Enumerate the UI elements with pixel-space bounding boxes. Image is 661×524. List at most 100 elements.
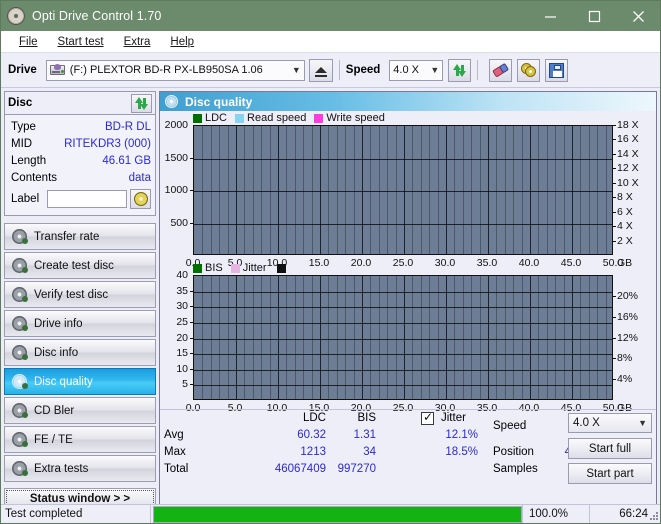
gridline-vertical	[564, 126, 565, 254]
stats-total-ldc: 46067409	[274, 463, 326, 475]
disc-icon	[12, 258, 28, 273]
gridline-vertical	[513, 276, 514, 399]
refresh-button[interactable]	[448, 58, 472, 82]
speed-select[interactable]: 4.0 X ▼	[389, 59, 444, 81]
start-part-button[interactable]: Start part	[568, 463, 652, 484]
maximize-button[interactable]	[572, 1, 616, 31]
disc-icon	[12, 229, 28, 244]
disc-info-panel: Disc Type BD-R DL MID RITEKDR3 (000) Len…	[4, 91, 156, 216]
gridline-vertical	[362, 126, 363, 254]
stats-row-total-label: Total	[164, 463, 189, 475]
gridline-vertical	[522, 126, 523, 254]
gridline-vertical	[219, 276, 220, 399]
close-button[interactable]	[616, 1, 660, 31]
drive-select-value: (F:) PLEXTOR BD-R PX-LB950SA 1.06	[69, 64, 263, 76]
gridline-vertical	[463, 276, 464, 399]
y2-axis-tick-label: 20%	[617, 290, 639, 302]
menu-extra[interactable]: Extra	[114, 32, 161, 52]
stats-avg-ldc: 60.32	[297, 429, 326, 441]
gridline-vertical	[261, 126, 262, 254]
legend-swatch	[230, 263, 240, 273]
y2-axis-tick	[613, 168, 616, 169]
gridline-vertical	[538, 276, 539, 399]
speed-result-label: Speed	[493, 420, 527, 432]
sidebar-item-transfer-rate[interactable]: Transfer rate	[4, 223, 156, 250]
gridline-vertical	[606, 276, 607, 399]
disc-refresh-button[interactable]	[131, 93, 152, 113]
compare-discs-button[interactable]	[517, 58, 541, 82]
test-speed-select[interactable]: 4.0 X ▼	[568, 413, 652, 433]
gridline-vertical	[429, 276, 430, 399]
y2-axis-tick-label: 14 X	[617, 148, 639, 160]
menu-start-test[interactable]: Start test	[48, 32, 114, 52]
gridline-vertical	[354, 126, 355, 254]
bis-jitter-chart-legend: BIS Jitter	[193, 262, 286, 274]
disc-row-contents: Contents data	[11, 169, 151, 186]
erase-button[interactable]	[489, 58, 513, 82]
gridline-vertical	[412, 276, 413, 399]
y2-axis-tick-label: 2 X	[617, 235, 633, 247]
plot-area	[193, 275, 613, 400]
gridline-vertical	[253, 276, 254, 399]
sidebar-item-label: Verify test disc	[34, 288, 109, 301]
sidebar-item-verify-test-disc[interactable]: Verify test disc	[4, 281, 156, 308]
gridline-horizontal	[194, 354, 612, 355]
sidebar-item-cd-bler[interactable]: CD Bler	[4, 397, 156, 424]
jitter-checkbox[interactable]	[421, 410, 434, 425]
toolbar: Drive (F:) PLEXTOR BD-R PX-LB950SA 1.06 …	[1, 53, 660, 88]
y2-axis-tick-label: 6 X	[617, 206, 633, 218]
legend-swatch	[314, 113, 324, 123]
gridline-vertical	[488, 276, 489, 399]
y2-axis-tick	[613, 226, 616, 227]
resize-grip[interactable]	[650, 512, 660, 522]
gridline-vertical	[454, 126, 455, 254]
disc-label-label: Label	[11, 193, 40, 205]
y-axis-tick	[190, 158, 193, 159]
plot-area	[193, 125, 613, 255]
gridline-vertical	[253, 126, 254, 254]
minimize-button[interactable]	[528, 1, 572, 31]
legend-label: Read speed	[247, 112, 307, 124]
gridline-vertical	[370, 126, 371, 254]
progress-percent: 100.0%	[522, 505, 590, 523]
save-button[interactable]	[545, 58, 569, 82]
gridline-vertical	[387, 126, 388, 254]
stats-total-bis: 997270	[337, 463, 376, 475]
stats-avg-bis: 1.31	[353, 429, 376, 441]
gridline-vertical	[270, 276, 271, 399]
gridline-vertical	[345, 126, 346, 254]
disc-type-value: BD-R DL	[104, 120, 151, 133]
disc-icon	[12, 345, 28, 360]
disc-contents-label: Contents	[11, 171, 58, 184]
disc-label-button[interactable]	[130, 189, 151, 209]
disc-row-type: Type BD-R DL	[11, 118, 151, 135]
gridline-vertical	[522, 276, 523, 399]
gridline-vertical	[412, 126, 413, 254]
sidebar-item-label: Drive info	[34, 317, 83, 330]
y-axis-tick-label: 35	[176, 285, 188, 297]
chevron-down-icon: ▼	[638, 417, 647, 428]
gridline-vertical	[496, 126, 497, 254]
sidebar-item-disc-quality[interactable]: Disc quality	[4, 368, 156, 395]
eject-button[interactable]	[308, 58, 333, 82]
legend-swatch	[235, 113, 245, 123]
sidebar-item-fe-te[interactable]: FE / TE	[4, 426, 156, 453]
legend-label: Write speed	[326, 112, 385, 124]
disc-contents-value: data	[128, 171, 151, 184]
sidebar-item-drive-info[interactable]: Drive info	[4, 310, 156, 337]
gridline-vertical	[446, 276, 447, 399]
start-full-button[interactable]: Start full	[568, 438, 652, 459]
y2-axis-tick	[613, 197, 616, 198]
sidebar-item-disc-info[interactable]: Disc info	[4, 339, 156, 366]
gridline-vertical	[362, 276, 363, 399]
gridline-vertical	[404, 276, 405, 399]
bis-jitter-chart: BIS Jitter 5 10 15 20 25 30 35 40 4% 8% 12% 16% 20% 0…	[160, 261, 656, 414]
legend-label: BIS	[205, 262, 223, 274]
y-axis-tick-label: 40	[176, 269, 188, 281]
disc-label-input[interactable]	[47, 190, 127, 208]
menu-file[interactable]: File	[9, 32, 48, 52]
menu-help[interactable]: Help	[160, 32, 204, 52]
sidebar-item-extra-tests[interactable]: Extra tests	[4, 455, 156, 482]
drive-select[interactable]: (F:) PLEXTOR BD-R PX-LB950SA 1.06 ▼	[45, 59, 305, 81]
sidebar-item-create-test-disc[interactable]: Create test disc	[4, 252, 156, 279]
